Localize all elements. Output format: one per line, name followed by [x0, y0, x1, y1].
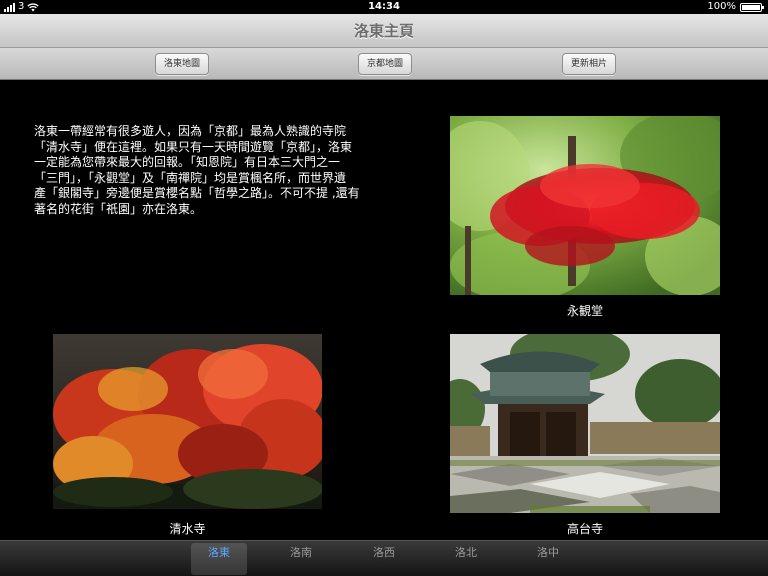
kiyomizudera-photo[interactable]	[53, 334, 322, 509]
rakuto-map-button[interactable]: 洛東地圖	[155, 53, 210, 75]
tab-rakunan[interactable]: 洛南	[273, 543, 329, 575]
tab-label: 洛中	[537, 546, 559, 559]
tab-rakuto[interactable]: 洛東	[191, 543, 247, 575]
nav-bar: 洛東主頁	[0, 14, 768, 48]
kyoto-map-button[interactable]: 京都地圖	[358, 53, 413, 75]
autumn-night-image	[53, 334, 322, 509]
status-bar: 3 14:34 100%	[0, 0, 768, 14]
tab-rakuchu[interactable]: 洛中	[520, 543, 576, 575]
kiyomizudera-caption: 清水寺	[169, 522, 206, 536]
eikando-photo[interactable]	[450, 116, 720, 295]
page-title: 洛東主頁	[353, 22, 414, 40]
maple-tree-image	[450, 116, 720, 295]
status-time: 14:34	[368, 1, 400, 12]
tab-label: 洛東	[208, 546, 230, 559]
temple-gate-image	[450, 334, 720, 513]
tab-label: 洛南	[290, 546, 312, 559]
eikando-caption: 永観堂	[566, 304, 603, 318]
tab-bar: 洛東 洛南 洛西 洛北 洛中	[0, 540, 768, 576]
tab-rakusai[interactable]: 洛西	[356, 543, 412, 575]
tab-label: 洛西	[373, 546, 395, 559]
refresh-photos-button[interactable]: 更新相片	[562, 53, 617, 75]
battery-icon	[740, 2, 764, 12]
kodaiji-photo[interactable]	[450, 334, 720, 513]
toolbar: 洛東地圖 京都地圖 更新相片	[0, 48, 768, 80]
kodaiji-caption: 高台寺	[566, 522, 603, 536]
tab-rakuhoku[interactable]: 洛北	[438, 543, 494, 575]
tab-label: 洛北	[455, 546, 477, 559]
status-right: 100%	[707, 0, 764, 14]
intro-text: 洛東一帶經常有很多遊人，因為「京都」最為人熟識的寺院 「清水寺」便在這裡。如果只…	[34, 124, 360, 216]
battery-label: 100%	[707, 1, 736, 12]
